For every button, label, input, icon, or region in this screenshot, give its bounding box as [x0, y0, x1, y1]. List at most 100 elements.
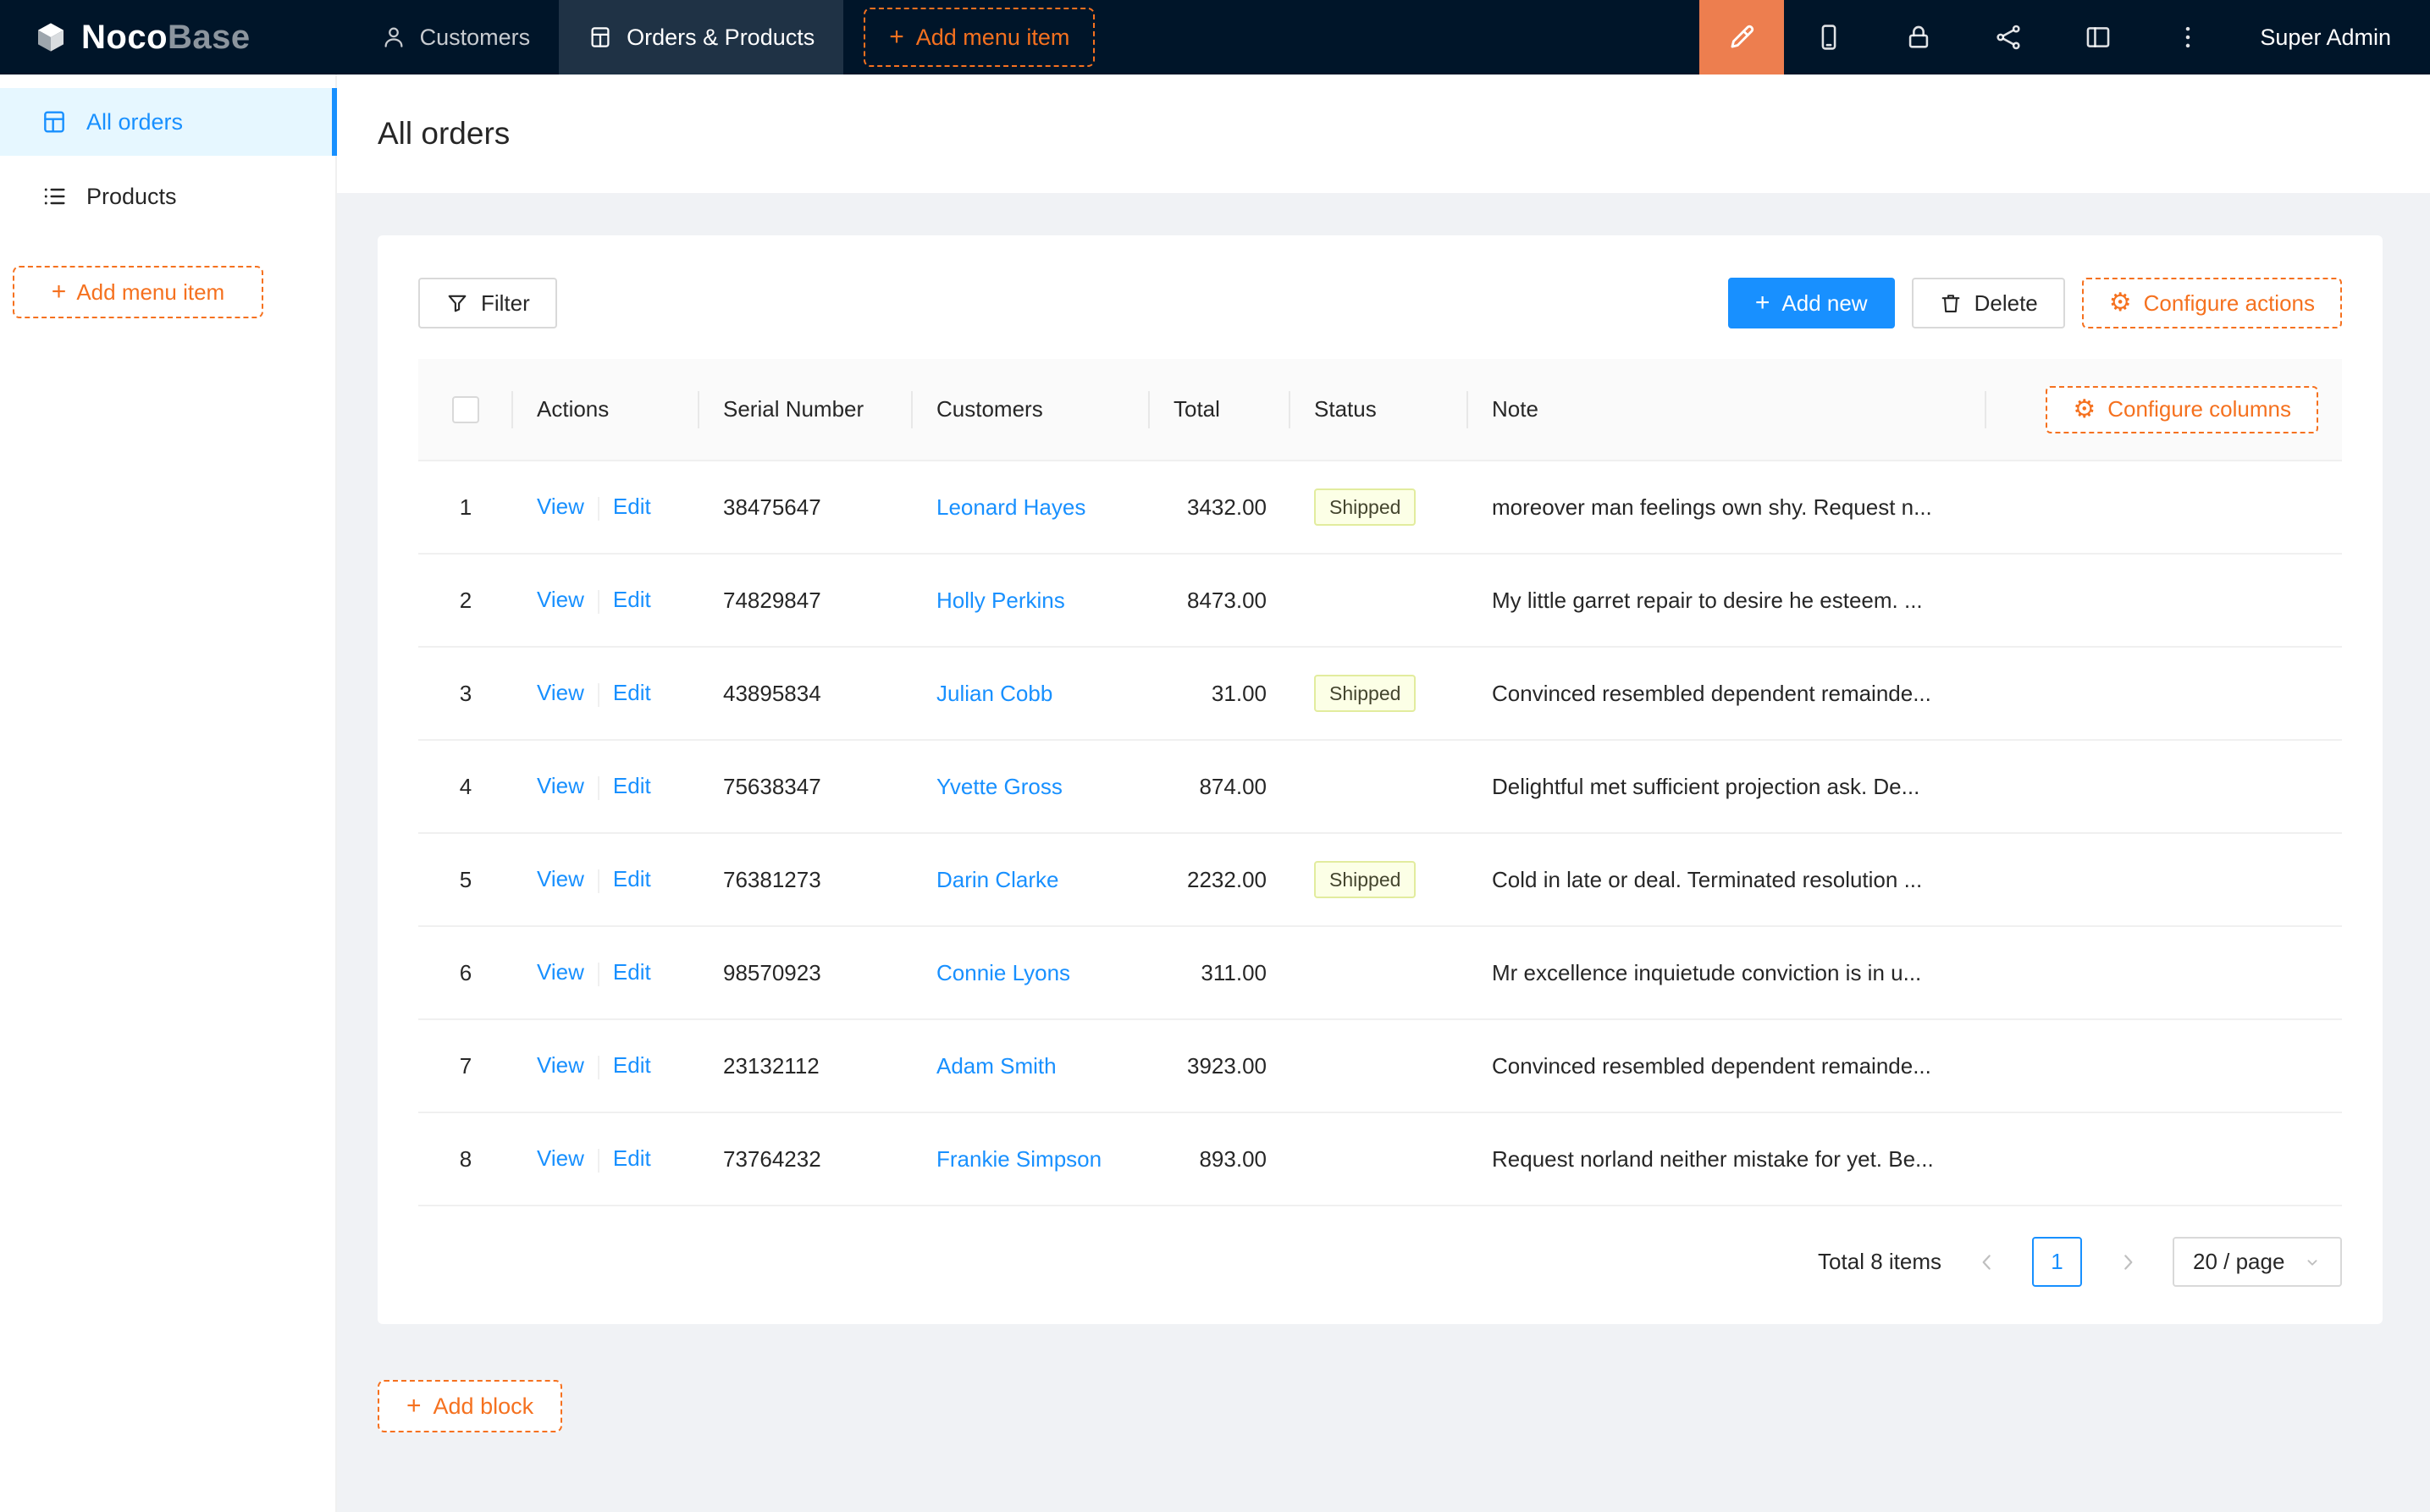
plugin-manager-button[interactable]: [2053, 0, 2143, 74]
edit-link[interactable]: Edit: [613, 494, 651, 519]
customer-link[interactable]: Adam Smith: [936, 1053, 1057, 1079]
filter-icon: [445, 291, 469, 315]
list-icon: [41, 183, 68, 210]
row-actions: View Edit: [513, 1112, 699, 1206]
edit-link[interactable]: Edit: [613, 959, 651, 985]
edit-link[interactable]: Edit: [613, 680, 651, 705]
empty-cell: [1986, 1112, 2342, 1206]
view-link[interactable]: View: [537, 587, 584, 612]
row-actions: View Edit: [513, 740, 699, 833]
edit-link[interactable]: Edit: [613, 773, 651, 798]
row-actions: View Edit: [513, 554, 699, 647]
customer-link[interactable]: Yvette Gross: [936, 774, 1063, 799]
nocobase-logo-icon: [34, 20, 68, 54]
page-size-select[interactable]: 20 / page: [2173, 1237, 2342, 1287]
table-body: 1 ViewEdit 38475647 Leonard Hayes 3432.0…: [418, 461, 2342, 1206]
row-index: 7: [418, 1019, 513, 1112]
total-cell: 3432.00: [1150, 461, 1290, 554]
tab-label: Customers: [420, 25, 531, 51]
filter-button[interactable]: Filter: [418, 278, 557, 328]
serial-number-cell: 98570923: [699, 926, 913, 1019]
add-block-button[interactable]: + Add block: [378, 1380, 562, 1432]
api-nodes-icon: [1994, 23, 2023, 52]
view-link[interactable]: View: [537, 866, 584, 891]
table-row: 6 ViewEdit 98570923 Connie Lyons 311.00 …: [418, 926, 2342, 1019]
row-actions: View Edit: [513, 1019, 699, 1112]
note-cell: Delightful met sufficient projection ask…: [1468, 740, 1986, 833]
note-cell: Request norland neither mistake for yet.…: [1468, 1112, 1986, 1206]
customer-link[interactable]: Julian Cobb: [936, 681, 1052, 706]
row-actions: View Edit: [513, 647, 699, 740]
divider: [598, 869, 599, 893]
navbar-add-menu-item-button[interactable]: + Add menu item: [864, 8, 1095, 67]
sidebar-add-menu-item-button[interactable]: + Add menu item: [13, 266, 263, 318]
api-doc-button[interactable]: [1963, 0, 2053, 74]
page-number-button[interactable]: 1: [2032, 1237, 2082, 1287]
serial-number-cell: 43895834: [699, 647, 913, 740]
note-cell: Convinced resembled dependent remainde..…: [1468, 647, 1986, 740]
customer-link[interactable]: Connie Lyons: [936, 960, 1070, 985]
customer-cell: Holly Perkins: [913, 554, 1150, 647]
view-link[interactable]: View: [537, 1145, 584, 1171]
next-page-button[interactable]: [2102, 1237, 2152, 1287]
view-link[interactable]: View: [537, 773, 584, 798]
row-actions: View Edit: [513, 926, 699, 1019]
status-cell: [1290, 554, 1468, 647]
add-new-button[interactable]: + Add new: [1728, 278, 1895, 328]
previous-page-button[interactable]: [1962, 1237, 2012, 1287]
sidebar-item-all-orders[interactable]: All orders: [0, 88, 335, 156]
highlight-pen-icon: [1726, 21, 1758, 53]
empty-cell: [1986, 833, 2342, 926]
edit-link[interactable]: Edit: [613, 587, 651, 612]
customer-link[interactable]: Holly Perkins: [936, 588, 1065, 613]
divider: [598, 683, 599, 707]
lock-icon: [1904, 23, 1933, 52]
more-actions-button[interactable]: [2143, 0, 2233, 74]
status-badge: Shipped: [1314, 861, 1416, 898]
customer-cell: Yvette Gross: [913, 740, 1150, 833]
empty-cell: [1986, 740, 2342, 833]
status-cell: [1290, 1019, 1468, 1112]
user-menu[interactable]: Super Admin: [2233, 25, 2430, 51]
table-header-row: Actions Serial Number Customers Total St…: [418, 359, 2342, 461]
total-cell: 311.00: [1150, 926, 1290, 1019]
note-cell: Mr excellence inquietude conviction is i…: [1468, 926, 1986, 1019]
navbar-tabs: Customers Orders & Products: [352, 0, 844, 74]
view-link[interactable]: View: [537, 959, 584, 985]
customer-link[interactable]: Frankie Simpson: [936, 1146, 1102, 1172]
delete-button[interactable]: Delete: [1912, 278, 2065, 328]
ui-editor-button[interactable]: [1699, 0, 1784, 74]
tab-orders-and-products[interactable]: Orders & Products: [559, 0, 843, 74]
plus-icon: +: [406, 1393, 422, 1419]
orders-table-icon: [41, 108, 68, 135]
edit-link[interactable]: Edit: [613, 1145, 651, 1171]
view-link[interactable]: View: [537, 494, 584, 519]
serial-number-cell: 74829847: [699, 554, 913, 647]
plus-icon: +: [52, 279, 67, 305]
column-header-customers: Customers: [913, 359, 1150, 461]
edit-link[interactable]: Edit: [613, 1052, 651, 1078]
navbar-right-actions: Super Admin: [1699, 0, 2430, 74]
column-header-serial-number: Serial Number: [699, 359, 913, 461]
select-all-checkbox[interactable]: [452, 396, 479, 423]
view-link[interactable]: View: [537, 680, 584, 705]
nocobase-logo[interactable]: NocoBase: [0, 19, 284, 57]
configure-columns-button[interactable]: ⚙ Configure columns: [2046, 386, 2318, 433]
view-link[interactable]: View: [537, 1052, 584, 1078]
row-index: 2: [418, 554, 513, 647]
divider: [598, 590, 599, 614]
table-row: 7 ViewEdit 23132112 Adam Smith 3923.00 C…: [418, 1019, 2342, 1112]
main-area: All orders Filter + Add new: [337, 74, 2430, 1512]
divider: [598, 1149, 599, 1173]
customer-link[interactable]: Leonard Hayes: [936, 494, 1085, 520]
customer-link[interactable]: Darin Clarke: [936, 867, 1059, 892]
customers-icon: [381, 25, 406, 50]
mobile-client-button[interactable]: [1784, 0, 1874, 74]
edit-link[interactable]: Edit: [613, 866, 651, 891]
tab-customers[interactable]: Customers: [352, 0, 560, 74]
configure-actions-button[interactable]: ⚙ Configure actions: [2082, 278, 2342, 328]
security-button[interactable]: [1874, 0, 1963, 74]
orders-table-icon: [588, 25, 613, 50]
pagination-total: Total 8 items: [1818, 1249, 1941, 1275]
sidebar-item-products[interactable]: Products: [0, 163, 335, 230]
